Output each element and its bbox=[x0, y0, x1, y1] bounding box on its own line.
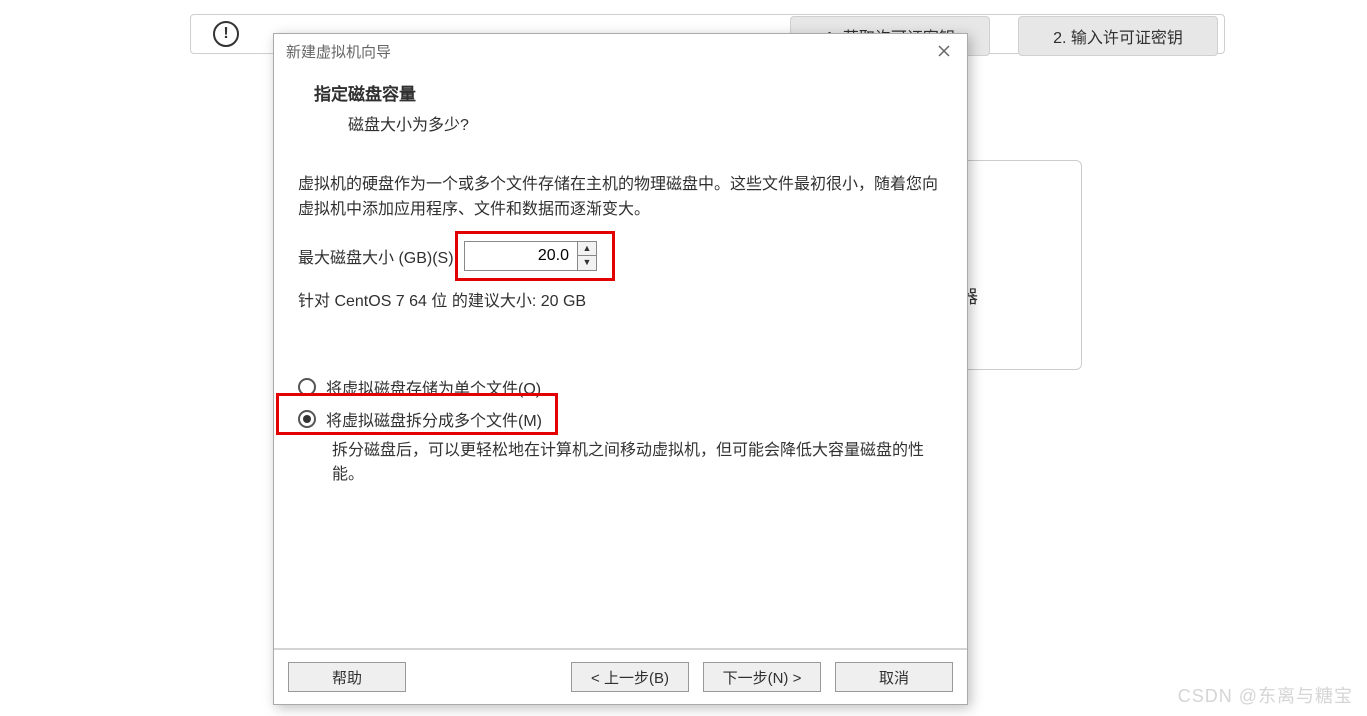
cancel-button-label: 取消 bbox=[879, 667, 909, 688]
split-note: 拆分磁盘后，可以更轻松地在计算机之间移动虚拟机，但可能会降低大容量磁盘的性能。 bbox=[332, 439, 949, 489]
watermark: CSDN @东离与糖宝 bbox=[1178, 682, 1353, 708]
radio-icon bbox=[298, 410, 316, 428]
disk-size-spinner[interactable]: ▲ ▼ bbox=[464, 241, 597, 271]
help-button[interactable]: 帮助 bbox=[288, 662, 406, 692]
bg-button-2[interactable]: 2. 输入许可证密钥 bbox=[1018, 16, 1218, 56]
spinner-down-icon[interactable]: ▼ bbox=[578, 255, 596, 270]
cancel-button[interactable]: 取消 bbox=[835, 662, 953, 692]
radio-split-label: 将虚拟磁盘拆分成多个文件(M) bbox=[326, 407, 542, 431]
disk-size-label: 最大磁盘大小 (GB)(S): bbox=[298, 244, 458, 268]
disk-size-input[interactable] bbox=[465, 242, 577, 270]
next-button-label: 下一步(N) > bbox=[723, 667, 802, 688]
dialog-footer: 帮助 < 上一步(B) 下一步(N) > 取消 bbox=[274, 648, 967, 704]
radio-single-file[interactable]: 将虚拟磁盘存储为单个文件(O) bbox=[298, 375, 949, 399]
dialog-subheading: 磁盘大小为多少? bbox=[348, 111, 949, 135]
help-button-label: 帮助 bbox=[332, 667, 362, 688]
dialog-title: 新建虚拟机向导 bbox=[286, 41, 391, 62]
spinner-up-icon[interactable]: ▲ bbox=[578, 242, 596, 256]
dialog-heading: 指定磁盘容量 bbox=[314, 80, 949, 105]
bg-button-2-label: 2. 输入许可证密钥 bbox=[1053, 24, 1183, 48]
radio-icon bbox=[298, 378, 316, 396]
close-icon[interactable] bbox=[933, 40, 955, 62]
radio-split-files[interactable]: 将虚拟磁盘拆分成多个文件(M) bbox=[298, 407, 949, 431]
next-button[interactable]: 下一步(N) > bbox=[703, 662, 821, 692]
recommendation-text: 针对 CentOS 7 64 位 的建议大小: 20 GB bbox=[298, 287, 949, 311]
exclamation-icon: ! bbox=[213, 21, 239, 47]
back-button-label: < 上一步(B) bbox=[591, 667, 669, 688]
radio-single-label: 将虚拟磁盘存储为单个文件(O) bbox=[326, 375, 541, 399]
dialog-description: 虚拟机的硬盘作为一个或多个文件存储在主机的物理磁盘中。这些文件最初很小，随着您向… bbox=[298, 173, 943, 223]
dialog-titlebar: 新建虚拟机向导 bbox=[274, 34, 967, 68]
back-button[interactable]: < 上一步(B) bbox=[571, 662, 689, 692]
disk-storage-radio-group: 将虚拟磁盘存储为单个文件(O) 将虚拟磁盘拆分成多个文件(M) 拆分磁盘后，可以… bbox=[298, 375, 949, 489]
disk-size-row: 最大磁盘大小 (GB)(S): ▲ ▼ bbox=[298, 241, 949, 271]
wizard-dialog: 新建虚拟机向导 指定磁盘容量 磁盘大小为多少? 虚拟机的硬盘作为一个或多个文件存… bbox=[273, 33, 968, 705]
dialog-content: 指定磁盘容量 磁盘大小为多少? 虚拟机的硬盘作为一个或多个文件存储在主机的物理磁… bbox=[274, 68, 967, 648]
